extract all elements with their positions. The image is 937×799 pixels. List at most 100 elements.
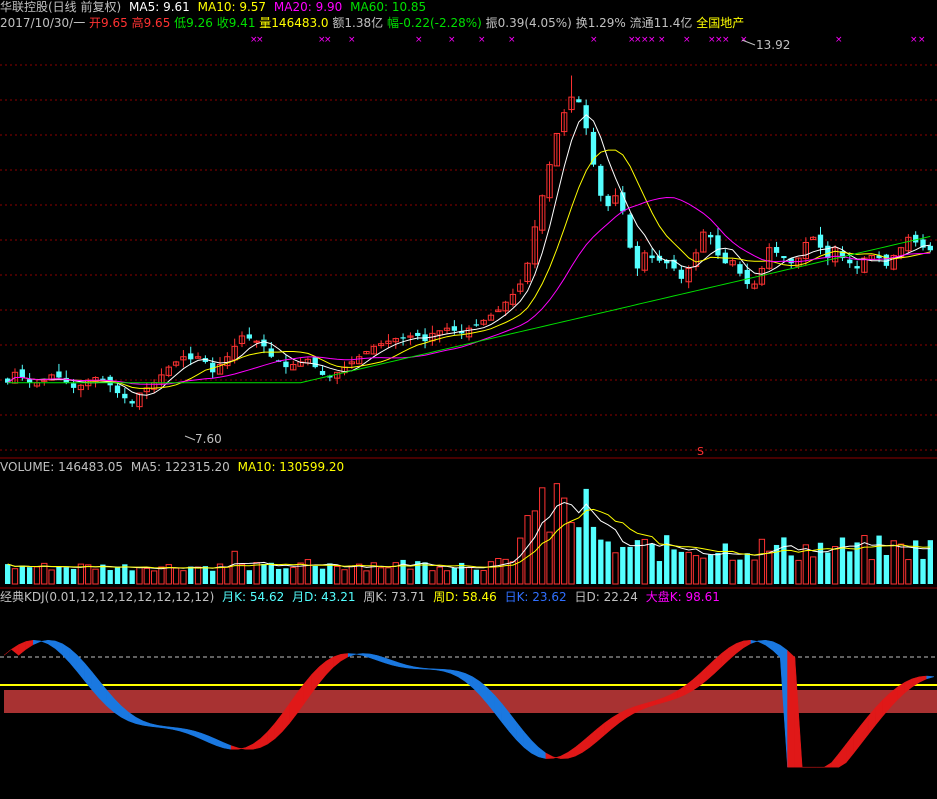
volume-bar (180, 570, 187, 585)
kdj-segment (435, 668, 444, 672)
kdj-segment (40, 639, 49, 645)
kdj-segment (172, 726, 180, 732)
volume-bar (334, 565, 341, 585)
kdj-segment (260, 731, 268, 748)
volume-bar (172, 567, 180, 585)
volume-bar (443, 570, 451, 585)
volume-bar (627, 546, 633, 584)
volume-bar (729, 559, 736, 585)
volume-bar (649, 543, 655, 584)
candle-body (415, 332, 421, 336)
signal-mark: × (508, 35, 516, 45)
kdj-segment (186, 729, 195, 737)
low-price-label: 7.60 (195, 432, 222, 446)
signal-mark: × (348, 35, 356, 45)
kdj-segment (55, 640, 63, 656)
kdj-segment (142, 720, 151, 727)
volume-bar (707, 554, 714, 584)
kdj-segment (391, 660, 400, 668)
candle-body (473, 324, 479, 326)
signal-mark: × (590, 35, 598, 45)
kdj-segment (128, 711, 137, 724)
volume-bar (905, 559, 912, 585)
kdj-segment (552, 755, 561, 759)
volume-bar (847, 551, 853, 584)
candle-body (319, 371, 326, 375)
volume-bar (304, 559, 312, 585)
kdj-segment (62, 643, 71, 664)
kdj-segment (919, 675, 927, 683)
volume-ma10-label: MA10: 130599.20 (237, 460, 345, 474)
candle-body (678, 269, 685, 279)
kdj-segment (538, 746, 547, 759)
volume-bar (283, 568, 289, 584)
volume-bar (327, 563, 333, 584)
volume-bar (114, 566, 121, 584)
candle-body (312, 357, 318, 368)
volume-bar (883, 554, 890, 584)
kdj-segment (721, 647, 730, 668)
kdj-segment (596, 722, 605, 742)
volume-bar (341, 569, 348, 585)
candle-body (283, 361, 289, 368)
moving-average-lines (7, 114, 931, 396)
kdj-segment (252, 738, 261, 750)
volume-bar (612, 552, 619, 585)
kdj-segment (377, 655, 386, 664)
kdj-segment (347, 653, 356, 658)
volume-bar (502, 558, 509, 585)
volume-bar (143, 567, 150, 585)
kdj-segment (860, 715, 869, 745)
signal-mark: × (648, 35, 656, 45)
volume-bar (261, 563, 267, 584)
volume-bar (436, 566, 443, 585)
volume-bars (5, 483, 933, 585)
kdj-segment (25, 639, 34, 650)
kdj-segment (384, 657, 393, 666)
kdj-segment (706, 659, 715, 681)
kdj-segment (692, 673, 700, 692)
volume-bar (312, 565, 318, 584)
candle-body (122, 393, 128, 399)
kdj-segment (736, 640, 744, 654)
signal-mark: × (910, 35, 918, 45)
volume-bar (810, 556, 817, 585)
volume-bar (531, 510, 539, 585)
volume-bar (19, 565, 25, 584)
price-volume-kdj-chart[interactable]: ×× ×× × × × × × × ×× × × × × × × × × × × × (0, 0, 937, 799)
volume-ma5-label: MA5: 122315.20 (130, 460, 230, 474)
volume-bar (671, 549, 677, 584)
volume-bar (268, 562, 274, 584)
kdj-segment (853, 724, 862, 755)
kdj-segment (574, 740, 583, 757)
kdj-segment (325, 656, 334, 676)
volume-bar (194, 566, 202, 585)
volume-bar (107, 570, 113, 584)
signal-mark: × (740, 35, 748, 45)
volume-bar (539, 487, 546, 585)
volume-bar (568, 522, 575, 585)
candlesticks (5, 75, 933, 410)
volume-bar (634, 540, 641, 584)
volume-bar (363, 570, 370, 585)
signal-mark: × (835, 35, 843, 45)
volume-bar (348, 565, 355, 585)
volume-bar (26, 567, 33, 584)
volume-bar (451, 567, 458, 584)
kdj-segment (831, 752, 840, 768)
kdj-segment (530, 739, 539, 758)
kdj-segment (926, 675, 935, 680)
candle-body (707, 234, 714, 238)
ma20-line (7, 196, 931, 385)
volume-bar (700, 557, 707, 585)
volume-bar (385, 567, 392, 585)
signal-mark: × (658, 35, 666, 45)
volume-bar (202, 566, 209, 584)
volume-bar (583, 488, 589, 584)
candle-body (854, 266, 860, 269)
volume-bar (795, 559, 802, 585)
ma10-line (7, 149, 931, 389)
volume-bar (831, 546, 839, 585)
volume-bar (56, 566, 62, 584)
ma5-line (7, 114, 931, 396)
